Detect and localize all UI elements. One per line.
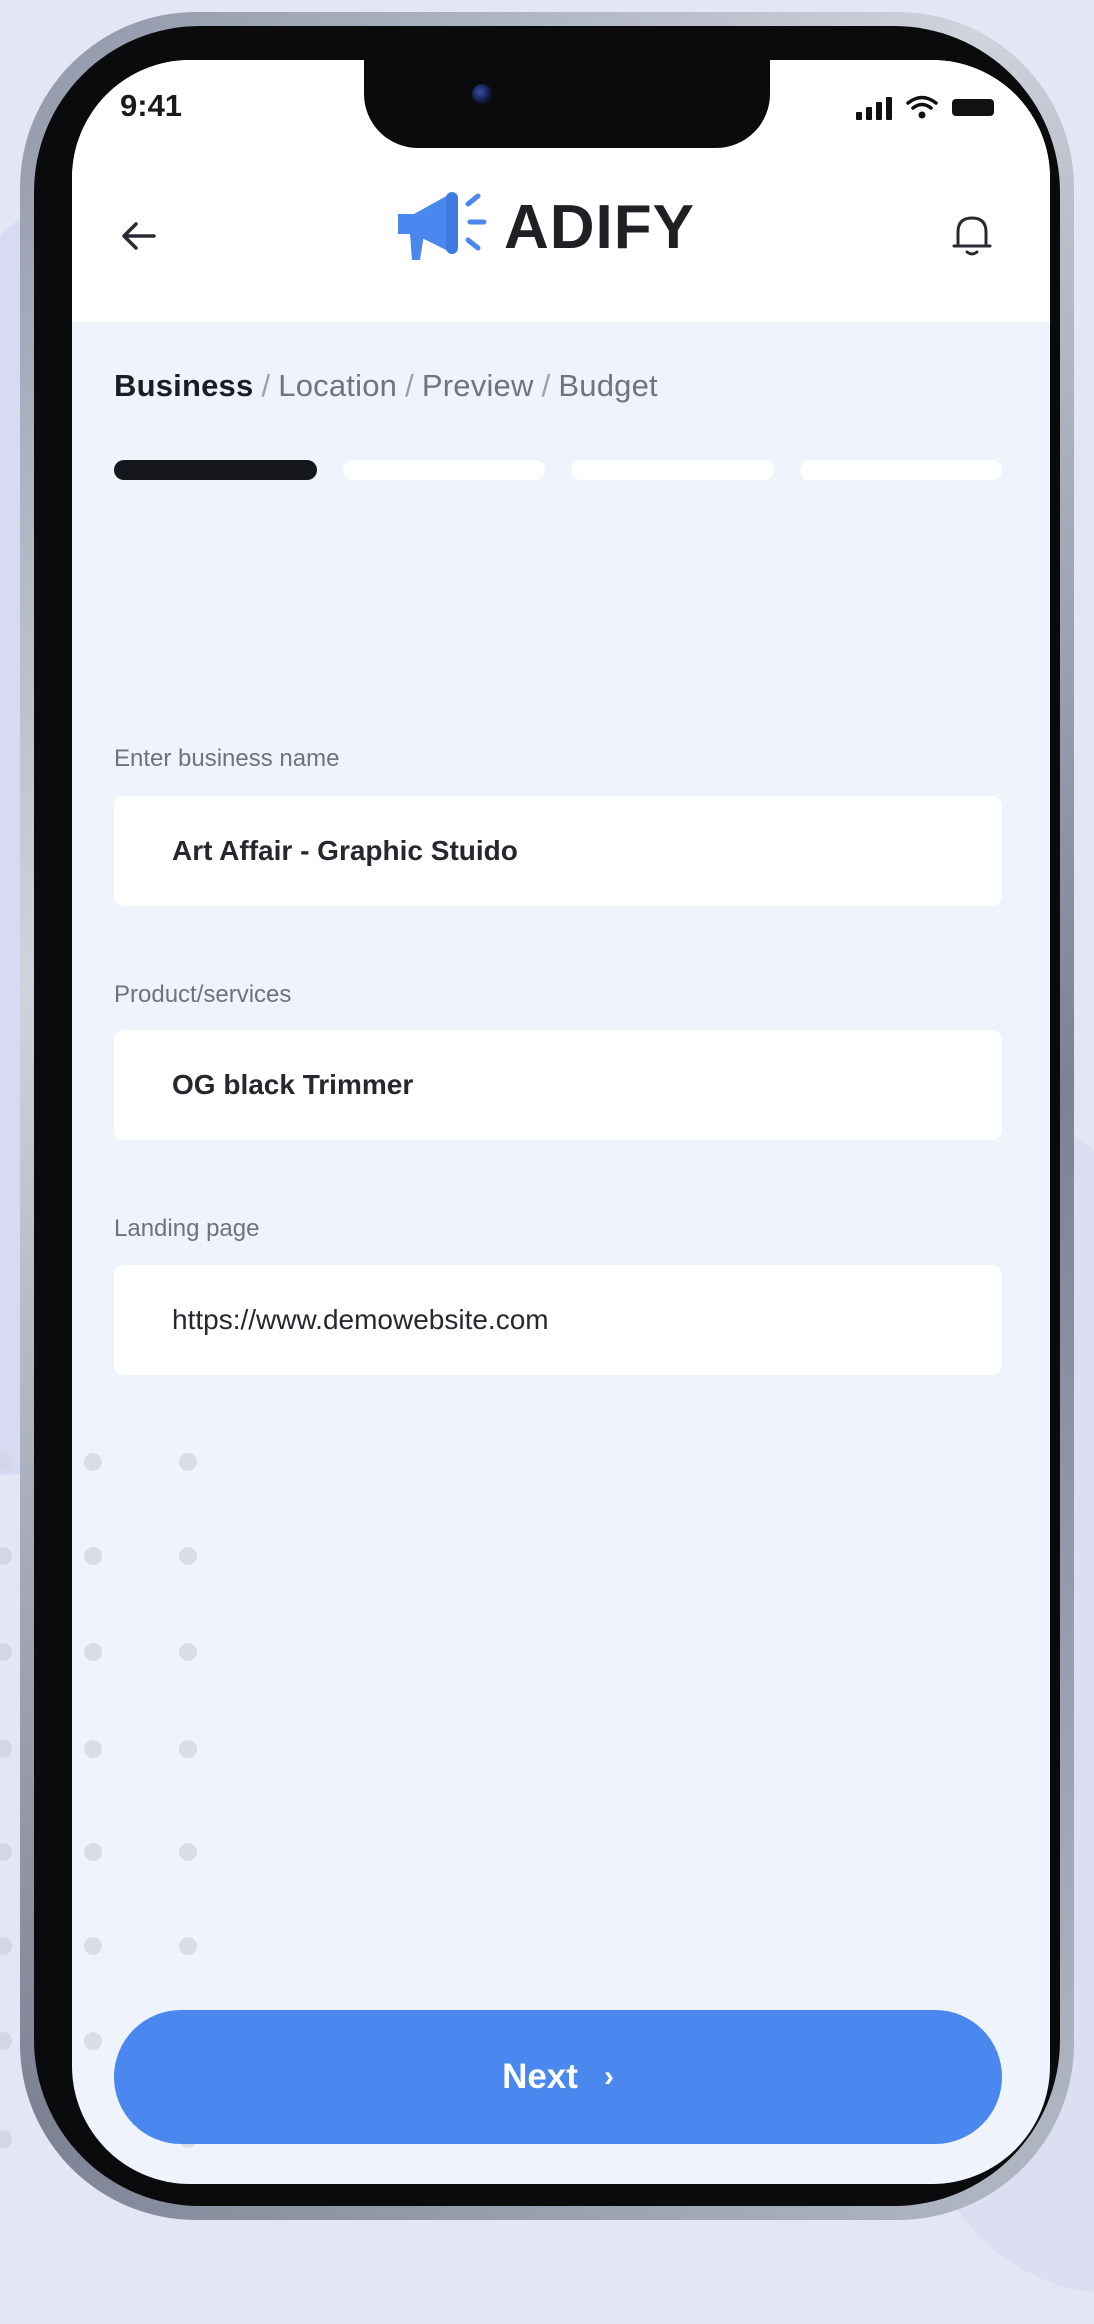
front-camera bbox=[472, 84, 492, 104]
decorative-dot bbox=[84, 1547, 102, 1565]
bell-icon[interactable] bbox=[944, 206, 1000, 262]
decorative-dot bbox=[84, 1843, 102, 1861]
business-name-input[interactable] bbox=[114, 796, 1002, 906]
wifi-icon bbox=[906, 95, 938, 119]
decorative-dot bbox=[0, 1740, 12, 1758]
decorative-dot bbox=[84, 1453, 102, 1471]
brand-logo: ADIFY bbox=[394, 184, 695, 270]
step-business[interactable]: Business bbox=[114, 368, 253, 403]
status-time: 9:41 bbox=[120, 88, 183, 123]
decorative-dot bbox=[0, 2130, 12, 2148]
next-button-label: Next bbox=[502, 2057, 578, 2096]
decorative-dot bbox=[84, 1643, 102, 1661]
decorative-dot bbox=[179, 1740, 197, 1758]
decorative-dot bbox=[0, 1843, 12, 1861]
arrow-left-icon[interactable] bbox=[110, 208, 166, 264]
progress-segment bbox=[799, 460, 1002, 480]
app-screen: 9:41 ADIFY Business/Location/Preview bbox=[72, 60, 1050, 2184]
progress-segment bbox=[114, 460, 317, 480]
cellular-signal-icon bbox=[856, 97, 892, 120]
decorative-dot bbox=[84, 1937, 102, 1955]
step-location[interactable]: Location bbox=[278, 368, 397, 403]
status-icons bbox=[856, 90, 994, 120]
product-input[interactable] bbox=[114, 1030, 1002, 1140]
step-preview[interactable]: Preview bbox=[422, 368, 534, 403]
step-separator: / bbox=[405, 368, 414, 403]
next-button[interactable]: Next › bbox=[114, 2010, 1002, 2144]
battery-icon bbox=[952, 99, 994, 116]
decorative-dot bbox=[179, 1843, 197, 1861]
landing-page-label: Landing page bbox=[114, 1215, 260, 1242]
step-budget[interactable]: Budget bbox=[558, 368, 657, 403]
decorative-dot bbox=[84, 2032, 102, 2050]
step-separator: / bbox=[541, 368, 551, 403]
decorative-dot bbox=[0, 1937, 12, 1955]
decorative-dot bbox=[179, 1643, 197, 1661]
chevron-right-icon: › bbox=[603, 2060, 614, 2093]
decorative-dot bbox=[179, 1937, 197, 1955]
notch bbox=[364, 60, 770, 148]
brand-name: ADIFY bbox=[504, 192, 695, 262]
decorative-dot bbox=[84, 1740, 102, 1758]
decorative-dot bbox=[179, 1453, 197, 1471]
decorative-dot bbox=[0, 1547, 12, 1565]
decorative-dot bbox=[0, 1643, 12, 1661]
decorative-dot bbox=[0, 2032, 12, 2050]
decorative-dot bbox=[179, 1547, 197, 1565]
step-separator: / bbox=[261, 368, 271, 403]
megaphone-icon bbox=[398, 192, 487, 260]
product-label: Product/services bbox=[114, 981, 292, 1008]
business-name-label: Enter business name bbox=[114, 745, 340, 772]
step-progress bbox=[114, 460, 1002, 480]
step-breadcrumb: Business / Location / Preview / Budget bbox=[114, 368, 658, 404]
landing-page-input[interactable] bbox=[114, 1265, 1002, 1375]
progress-segment bbox=[342, 460, 545, 480]
progress-segment bbox=[571, 460, 774, 480]
